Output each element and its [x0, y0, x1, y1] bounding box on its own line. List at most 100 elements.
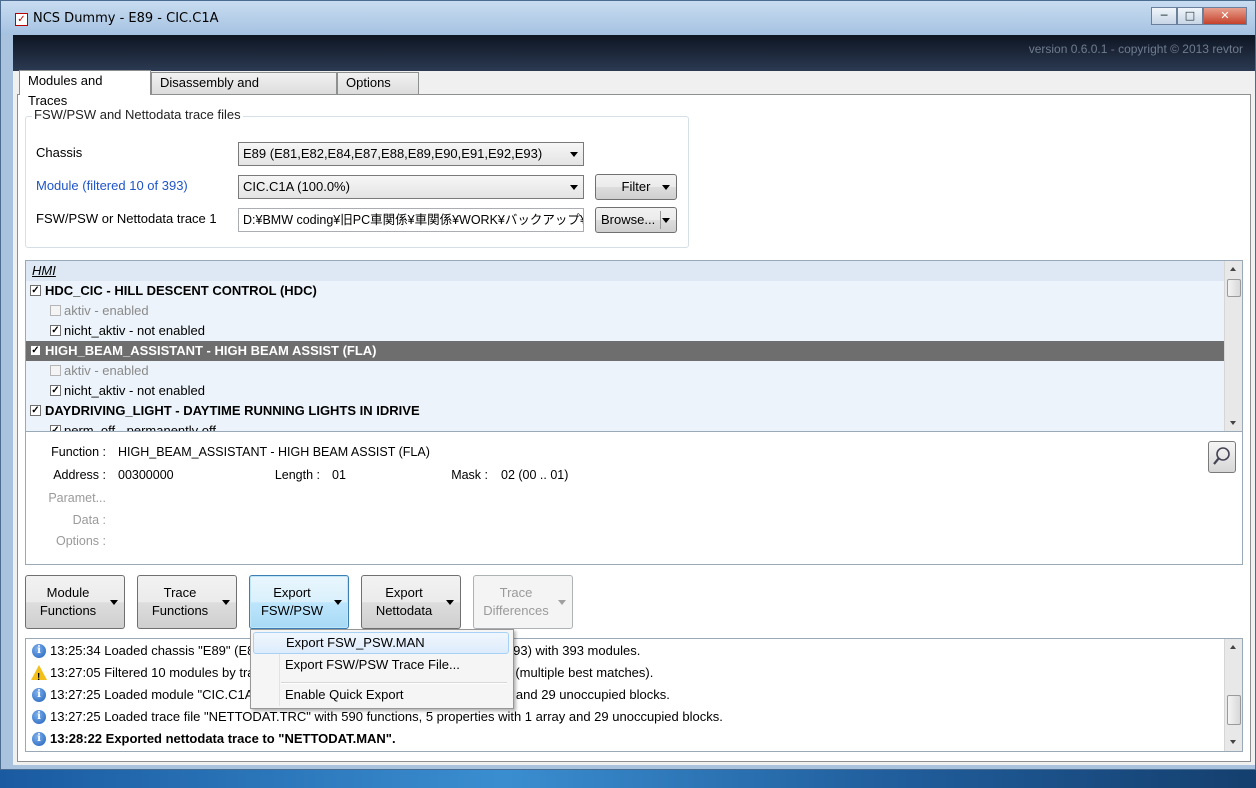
- trace-differences-button[interactable]: Trace Differences: [473, 575, 573, 629]
- log-panel[interactable]: i 13:25:34 Loaded chassis "E89" (E81,E82…: [25, 638, 1243, 752]
- checkbox[interactable]: ✓: [30, 285, 41, 296]
- log-entry: ! 13:27:05 Filtered 10 modules by trace …: [30, 663, 1220, 683]
- checkbox[interactable]: [50, 365, 61, 376]
- button-line1: Export: [385, 585, 423, 600]
- scroll-up-icon[interactable]: [1230, 267, 1236, 271]
- window-title: NCS Dummy - E89 - CIC.C1A: [33, 11, 219, 26]
- chevron-down-icon: [110, 600, 118, 605]
- version-text: version 0.6.0.1 - copyright © 2013 revto…: [1028, 42, 1243, 56]
- tree-row-label: DAYDRIVING_LIGHT - DAYTIME RUNNING LIGHT…: [45, 403, 420, 418]
- module-label: Module (filtered 10 of 393): [36, 178, 188, 193]
- tree-row-label: nicht_aktiv - not enabled: [64, 383, 205, 398]
- close-button[interactable]: ✕: [1203, 7, 1247, 25]
- chevron-down-icon: [570, 152, 578, 157]
- tree-row[interactable]: ✓ DAYDRIVING_LIGHT - DAYTIME RUNNING LIG…: [26, 401, 1226, 421]
- tree-row[interactable]: ✓ nicht_aktiv - not enabled: [26, 321, 1226, 341]
- log-entry: i 13:27:25 Loaded trace file "NETTODAT.T…: [30, 707, 1220, 727]
- module-select[interactable]: CIC.C1A (100.0%): [238, 175, 584, 199]
- checkbox[interactable]: ✓: [50, 425, 61, 431]
- filter-button[interactable]: Filter: [595, 174, 677, 200]
- title-bar: ✓ NCS Dummy - E89 - CIC.C1A ─ □ ✕: [1, 1, 1255, 35]
- tab-options[interactable]: Options: [337, 72, 419, 94]
- banner: version 0.6.0.1 - copyright © 2013 revto…: [13, 35, 1255, 71]
- button-line2: Differences: [483, 603, 549, 618]
- chevron-down-icon: [558, 600, 566, 605]
- tree-row-label: aktiv - enabled: [64, 303, 149, 318]
- export-nettodata-button[interactable]: Export Nettodata: [361, 575, 461, 629]
- checkbox[interactable]: ✓: [30, 405, 41, 416]
- scroll-thumb[interactable]: [1227, 695, 1241, 725]
- button-line1: Trace: [163, 585, 197, 600]
- module-select-value: CIC.C1A (100.0%): [243, 179, 350, 194]
- scroll-down-icon[interactable]: [1230, 740, 1236, 744]
- options-label: Options :: [55, 534, 106, 548]
- tree-row[interactable]: ✓ HDC_CIC - HILL DESCENT CONTROL (HDC): [26, 281, 1226, 301]
- scroll-down-icon[interactable]: [1230, 421, 1236, 425]
- menu-item-export-trace-file[interactable]: Export FSW/PSW Trace File...: [253, 654, 509, 676]
- button-line1: Trace: [499, 585, 533, 600]
- checkbox[interactable]: ✓: [50, 325, 61, 336]
- data-label: Data :: [72, 513, 106, 527]
- menu-item-enable-quick-export[interactable]: Enable Quick Export: [253, 684, 509, 706]
- app-icon: ✓: [15, 13, 28, 26]
- chassis-select[interactable]: E89 (E81,E82,E84,E87,E88,E89,E90,E91,E92…: [238, 142, 584, 166]
- info-icon: i: [32, 732, 46, 746]
- function-details-panel: Function : HIGH_BEAM_ASSISTANT - HIGH BE…: [25, 432, 1243, 565]
- button-line2: Nettodata: [375, 603, 433, 618]
- trace-file-path-field[interactable]: D:¥BMW coding¥旧PC車関係¥車関係¥WORK¥バックアップ¥C: [238, 208, 584, 232]
- magnifier-icon: [1213, 447, 1230, 465]
- tree-row-label: perm_off - permanently off: [64, 423, 216, 432]
- tree-row-label: HIGH_BEAM_ASSISTANT - HIGH BEAM ASSIST (…: [45, 343, 377, 358]
- parameters-label: Paramet...: [48, 491, 106, 505]
- chevron-down-icon: [662, 218, 670, 223]
- client-area: version 0.6.0.1 - copyright © 2013 revto…: [13, 35, 1255, 765]
- tree-row-label: aktiv - enabled: [64, 363, 149, 378]
- chevron-down-icon: [334, 600, 342, 605]
- maximize-button[interactable]: □: [1177, 7, 1203, 25]
- chassis-label: Chassis: [36, 145, 83, 160]
- browse-button-label: Browse...: [601, 212, 656, 227]
- tree-row-label: nicht_aktiv - not enabled: [64, 323, 205, 338]
- trace-functions-button[interactable]: Trace Functions: [137, 575, 237, 629]
- scroll-up-icon[interactable]: [1230, 645, 1236, 649]
- log-entry: i 13:28:22 Exported nettodata trace to "…: [30, 729, 1220, 749]
- tree-scrollbar[interactable]: [1224, 261, 1242, 431]
- address-value: 00300000: [118, 468, 174, 482]
- info-icon: i: [32, 688, 46, 702]
- checkbox[interactable]: [50, 305, 61, 316]
- chevron-down-icon: [222, 600, 230, 605]
- menu-item-export-fsw-psw-man[interactable]: Export FSW_PSW.MAN: [253, 632, 509, 654]
- filter-button-label: Filter: [621, 179, 651, 194]
- checkbox[interactable]: ✓: [30, 345, 41, 356]
- tab-page-modules-and-traces: FSW/PSW and Nettodata trace files Chassi…: [17, 94, 1251, 762]
- address-label: Address :: [53, 468, 106, 482]
- button-line1: Module: [46, 585, 90, 600]
- info-icon: i: [32, 644, 46, 658]
- chevron-down-icon: [570, 185, 578, 190]
- checkbox[interactable]: ✓: [50, 385, 61, 396]
- app-window: ✓ NCS Dummy - E89 - CIC.C1A ─ □ ✕ versio…: [0, 0, 1256, 770]
- button-line1: Export: [273, 585, 311, 600]
- log-entry: i 13:27:25 Loaded module "CIC.C1A" with …: [30, 685, 1220, 705]
- minimize-button[interactable]: ─: [1151, 7, 1177, 25]
- tab-modules-and-traces[interactable]: Modules and Traces: [19, 70, 151, 108]
- scroll-thumb[interactable]: [1227, 279, 1241, 297]
- export-fsw-psw-button[interactable]: Export FSW/PSW: [249, 575, 349, 629]
- tab-disassembly-and-checksums[interactable]: Disassembly and Checksums: [151, 72, 337, 110]
- browse-button[interactable]: Browse...: [595, 207, 677, 233]
- trace-file-label: FSW/PSW or Nettodata trace 1: [36, 211, 217, 226]
- tree-row[interactable]: ✓ nicht_aktiv - not enabled: [26, 381, 1226, 401]
- search-button[interactable]: [1208, 441, 1236, 473]
- chassis-select-value: E89 (E81,E82,E84,E87,E88,E89,E90,E91,E92…: [243, 146, 543, 161]
- tree-row[interactable]: aktiv - enabled: [26, 361, 1226, 381]
- tree-group-header[interactable]: HMI: [26, 261, 1226, 281]
- function-tree[interactable]: HMI ✓ HDC_CIC - HILL DESCENT CONTROL (HD…: [25, 260, 1243, 432]
- button-line2: Functions: [39, 603, 97, 618]
- split-divider: [660, 211, 661, 229]
- tree-row[interactable]: ✓ perm_off - permanently off: [26, 421, 1226, 432]
- tree-row-selected[interactable]: ✓ HIGH_BEAM_ASSISTANT - HIGH BEAM ASSIST…: [26, 341, 1226, 361]
- log-entry-text: 13:28:22 Exported nettodata trace to "NE…: [50, 731, 396, 746]
- log-scrollbar[interactable]: [1224, 639, 1242, 751]
- module-functions-button[interactable]: Module Functions: [25, 575, 125, 629]
- tree-row[interactable]: aktiv - enabled: [26, 301, 1226, 321]
